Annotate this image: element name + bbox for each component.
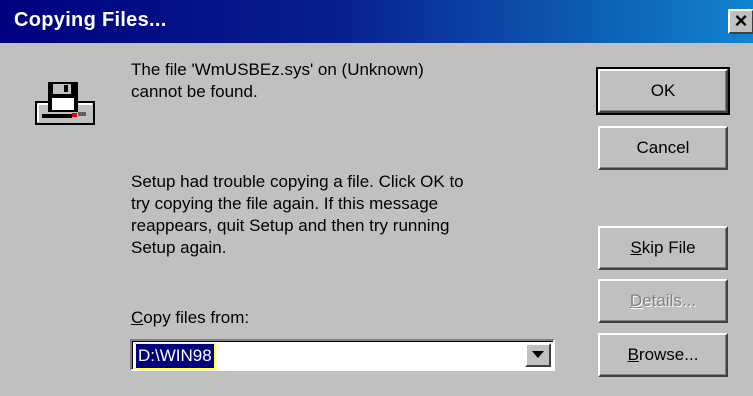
chevron-down-icon xyxy=(532,351,544,358)
copy-source-value[interactable]: D:\WIN98 xyxy=(135,343,215,369)
copy-files-from-label: Copy files from: xyxy=(131,308,249,328)
cancel-button[interactable]: Cancel xyxy=(598,126,728,170)
copy-source-combobox[interactable]: D:\WIN98 xyxy=(130,339,555,371)
dropdown-button[interactable] xyxy=(525,343,551,367)
details-label-text: etails... xyxy=(642,291,697,310)
title-bar[interactable]: Copying Files... × xyxy=(0,0,753,43)
instructions-message: Setup had trouble copying a file. Click … xyxy=(131,172,464,257)
browse-button[interactable]: Browse... xyxy=(598,333,728,377)
details-button-label: Details... xyxy=(630,291,696,311)
disk-drive-icon xyxy=(35,82,95,125)
error-message: The file 'WmUSBEz.sys' on (Unknown) cann… xyxy=(131,60,424,101)
dialog-title: Copying Files... xyxy=(14,9,167,31)
skip-file-button-label: Skip File xyxy=(630,238,695,258)
close-icon: × xyxy=(734,8,748,33)
details-button[interactable]: Details... xyxy=(598,279,728,323)
cancel-button-label: Cancel xyxy=(636,138,690,157)
ok-button-label: OK xyxy=(650,81,676,100)
close-button[interactable]: × xyxy=(728,8,753,34)
copy-files-from-label-text: opy files from: xyxy=(143,308,250,327)
copy-files-from-mnemonic: C xyxy=(131,308,144,327)
ok-button[interactable]: OK xyxy=(596,67,730,115)
browse-label-text: rowse... xyxy=(638,345,699,364)
copying-files-dialog: Copying Files... × The file 'WmUSBEz.sys… xyxy=(0,0,753,396)
skip-file-button[interactable]: Skip File xyxy=(598,226,728,270)
browse-button-label: Browse... xyxy=(628,345,699,365)
browse-mnemonic: B xyxy=(627,345,639,364)
skip-file-label-text: kip File xyxy=(641,238,696,257)
details-mnemonic: D xyxy=(629,291,643,310)
skip-file-mnemonic: S xyxy=(630,238,642,257)
